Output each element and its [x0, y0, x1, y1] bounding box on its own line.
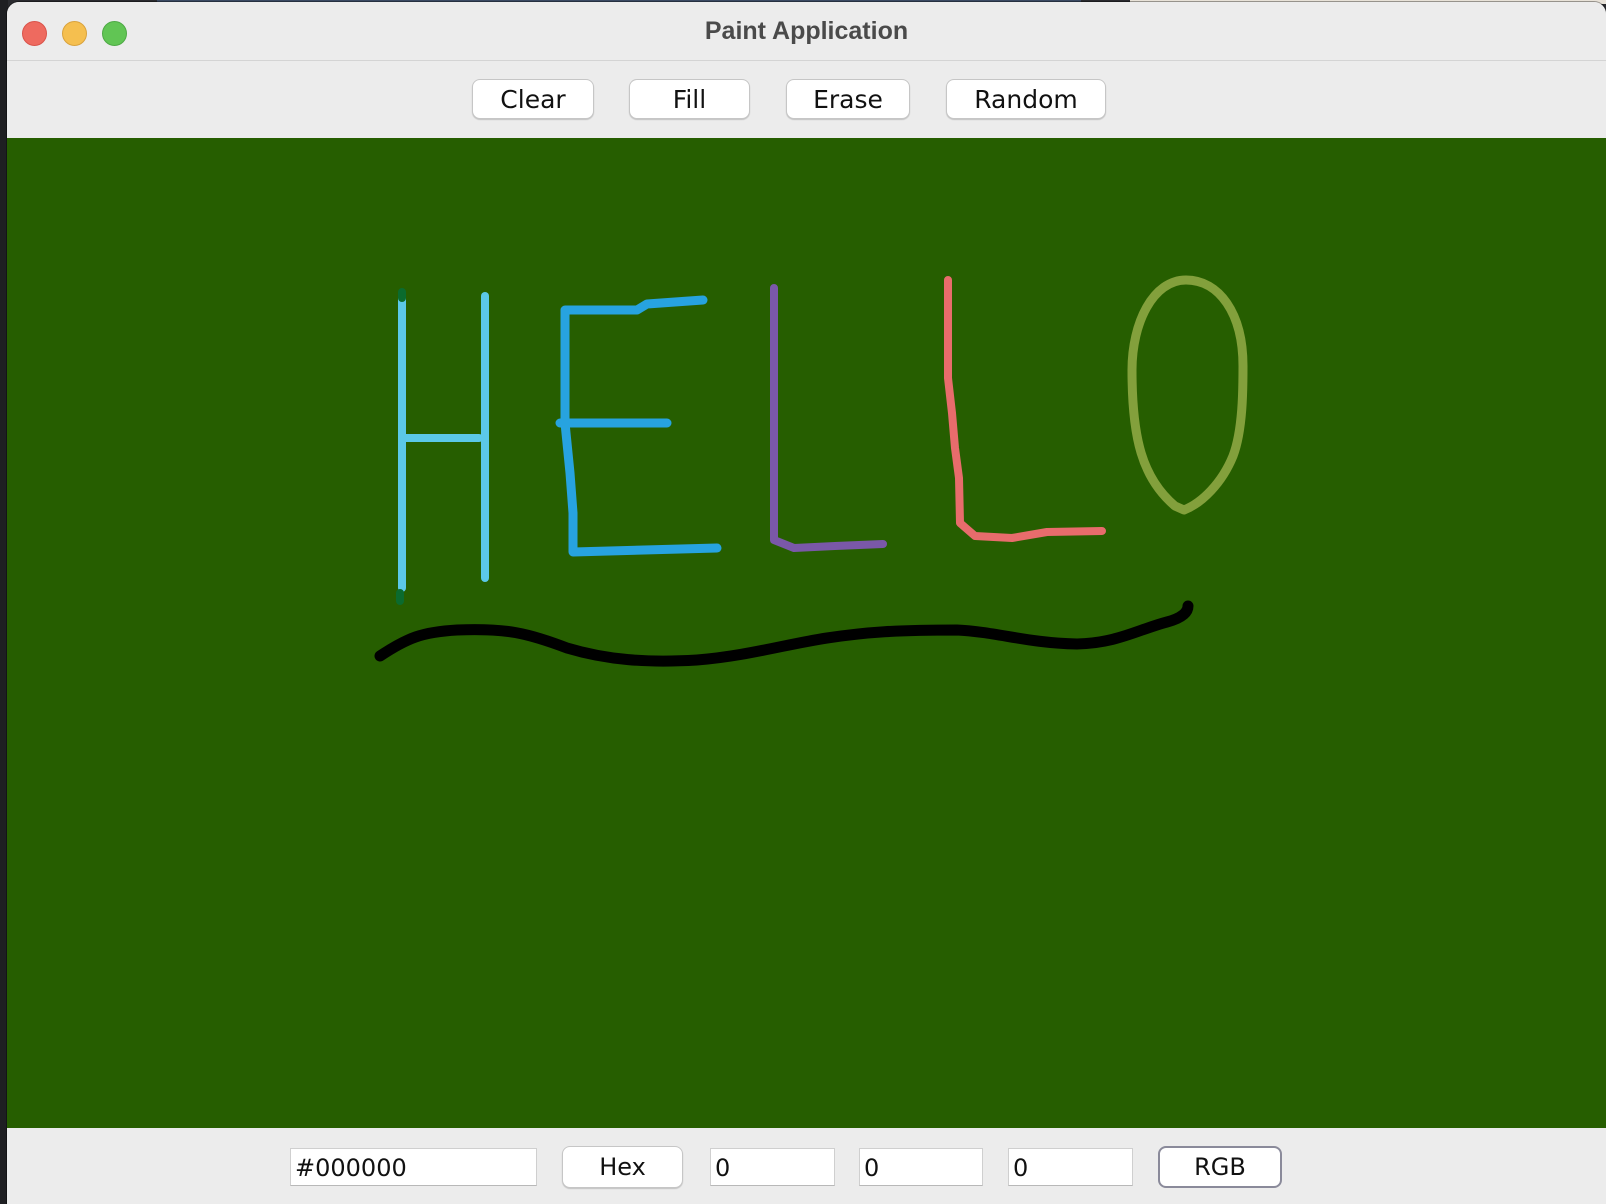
stroke-e [555, 295, 722, 557]
stroke-o [1127, 275, 1248, 515]
drawing-canvas[interactable] [7, 138, 1606, 1128]
window-title: Paint Application [704, 17, 909, 45]
rgb-button[interactable]: RGB [1158, 1146, 1282, 1188]
toolbar: Clear Fill Erase Random [7, 61, 1606, 138]
clear-button[interactable]: Clear [472, 79, 594, 119]
canvas-drawing [374, 275, 1248, 667]
color-controls-bar: #000000 Hex 0 0 0 RGB [7, 1128, 1606, 1204]
hex-input[interactable]: #000000 [290, 1148, 537, 1186]
fill-button[interactable]: Fill [629, 79, 750, 119]
stroke-l2 [944, 276, 1106, 542]
stroke-underline [374, 600, 1194, 667]
erase-button[interactable]: Erase [786, 79, 910, 119]
title-bar[interactable]: Paint Application [7, 2, 1606, 61]
stroke-h-left [398, 292, 483, 592]
hex-button[interactable]: Hex [562, 1146, 683, 1188]
stroke-l1 [770, 284, 887, 552]
blue-input[interactable]: 0 [1008, 1148, 1133, 1186]
paint-window: Paint Application Clear Fill Erase Rando… [7, 2, 1606, 1204]
green-input[interactable]: 0 [859, 1148, 983, 1186]
red-input[interactable]: 0 [710, 1148, 835, 1186]
random-button[interactable]: Random [946, 79, 1106, 119]
